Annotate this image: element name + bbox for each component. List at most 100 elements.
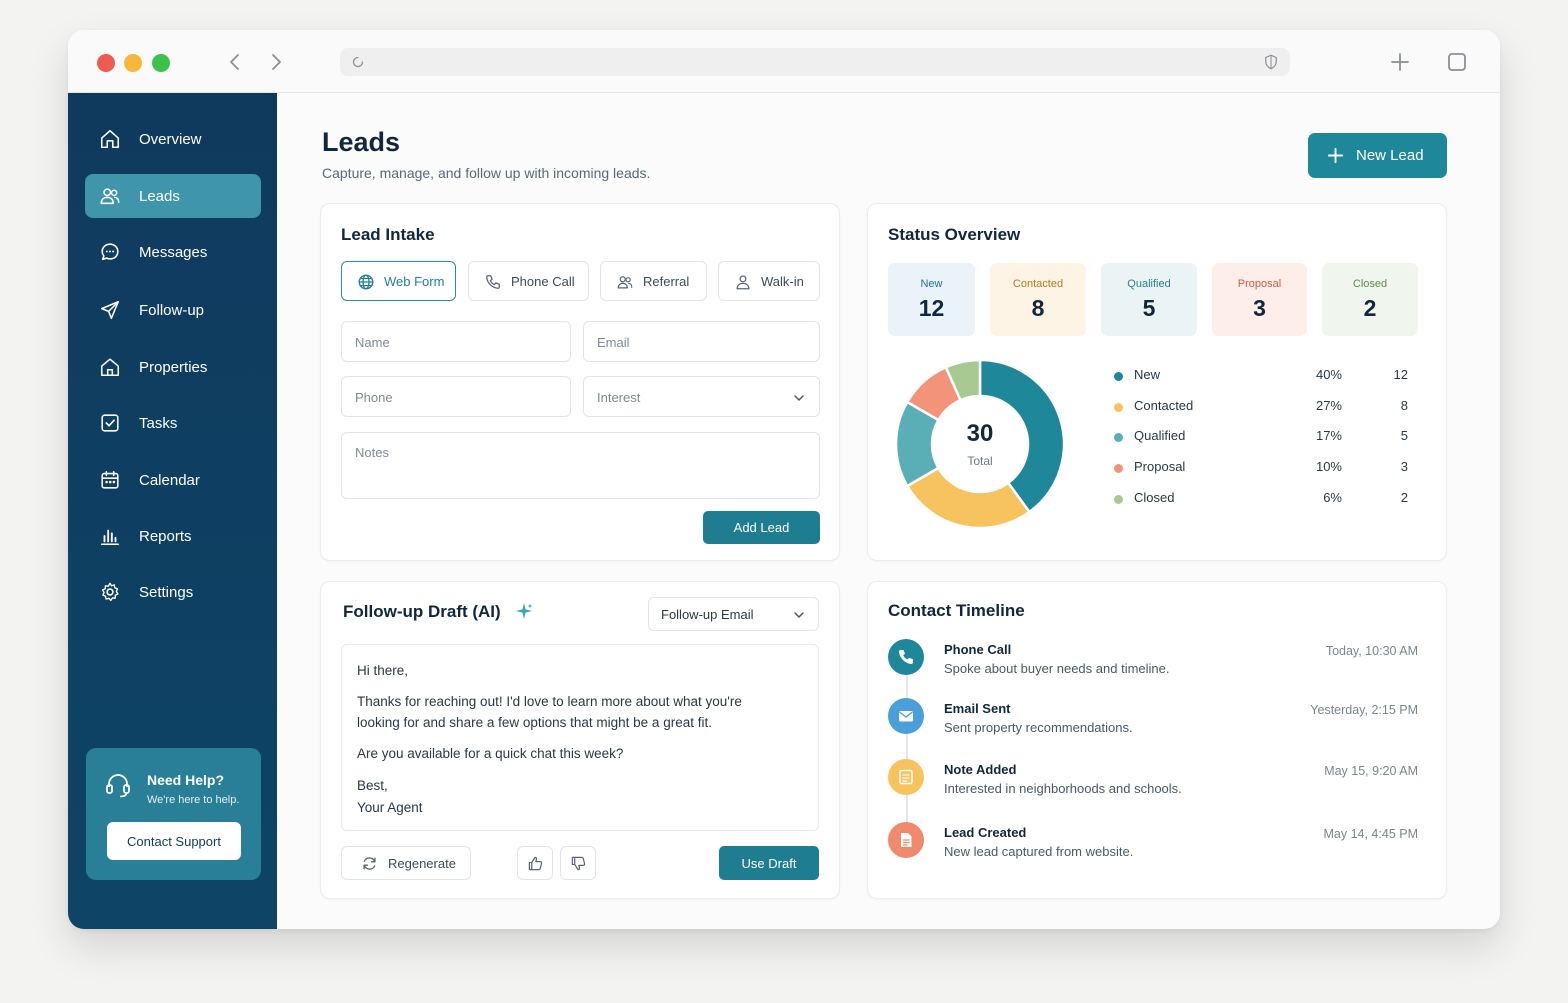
headset-icon xyxy=(106,774,130,798)
browser-window: Overview Leads Messages Follow-up Proper… xyxy=(68,30,1500,929)
minimize-window-button[interactable] xyxy=(124,54,142,72)
name-input[interactable]: Name xyxy=(341,321,571,362)
sidebar-item-leads[interactable]: Leads xyxy=(85,174,261,218)
sidebar-item-properties[interactable]: Properties xyxy=(85,345,261,389)
sidebar-item-label: Leads xyxy=(139,187,180,205)
stat-label: Qualified xyxy=(1127,278,1171,290)
stat-card-proposal: Proposal 3 xyxy=(1212,263,1307,336)
email-input[interactable]: Email xyxy=(583,321,820,362)
checkbox-icon xyxy=(101,414,119,432)
source-phone-call-button[interactable]: Phone Call xyxy=(468,261,589,301)
sidebar-item-settings[interactable]: Settings xyxy=(85,570,261,614)
timeline-item-title: Email Sent xyxy=(944,701,1011,716)
add-lead-button[interactable]: Add Lead xyxy=(703,511,820,544)
legend-label: New xyxy=(1134,367,1161,382)
address-bar[interactable] xyxy=(340,48,1290,76)
thumbs-down-button[interactable] xyxy=(560,846,596,880)
bar-chart-icon xyxy=(100,529,120,546)
back-arrow-icon[interactable] xyxy=(223,50,247,74)
phone-input[interactable]: Phone xyxy=(341,376,571,417)
lead-intake-title: Lead Intake xyxy=(341,225,435,244)
sidebar-item-tasks[interactable]: Tasks xyxy=(85,401,261,445)
forward-arrow-icon[interactable] xyxy=(264,50,288,74)
draft-template-select[interactable]: Follow-up Email xyxy=(648,597,819,631)
timeline-item-time: May 14, 4:45 PM xyxy=(1323,827,1419,841)
help-title: Need Help? xyxy=(147,772,225,788)
draft-line: Thanks for reaching out! I'd love to lea… xyxy=(357,694,742,709)
page-subtitle: Capture, manage, and follow up with inco… xyxy=(322,165,651,181)
timeline-item-phone-call[interactable]: Phone Call Spoke about buyer needs and t… xyxy=(888,639,1428,689)
notes-placeholder: Notes xyxy=(355,445,389,460)
legend-row-contacted: Contacted 27% 8 xyxy=(1114,398,1414,418)
use-draft-button[interactable]: Use Draft xyxy=(719,846,819,880)
maximize-window-button[interactable] xyxy=(152,54,170,72)
legend-count: 3 xyxy=(1400,459,1408,475)
interest-select[interactable]: Interest xyxy=(583,376,820,417)
regenerate-label: Regenerate xyxy=(388,856,456,871)
timeline-item-title: Note Added xyxy=(944,762,1017,777)
shield-icon[interactable] xyxy=(1262,53,1280,71)
new-tab-plus-icon[interactable] xyxy=(1388,50,1412,74)
timeline-item-note-added[interactable]: Note Added Interested in neighborhoods a… xyxy=(888,759,1428,809)
house-icon xyxy=(100,358,120,377)
sidebar-item-label: Settings xyxy=(139,583,194,601)
source-walk-in-button[interactable]: Walk-in xyxy=(718,261,820,301)
source-web-form-button[interactable]: Web Form xyxy=(341,261,456,301)
status-overview-card: Status Overview New 12 Contacted 8 Quali… xyxy=(867,203,1447,561)
legend-label: Proposal xyxy=(1134,459,1186,475)
draft-body-textarea[interactable]: Hi there, Thanks for reaching out! I'd l… xyxy=(341,644,819,831)
sidebar-item-calendar[interactable]: Calendar xyxy=(85,458,261,502)
close-window-button[interactable] xyxy=(97,54,115,72)
stat-card-new: New 12 xyxy=(888,263,975,336)
timeline-mail-badge xyxy=(888,698,924,734)
thumbs-down-icon xyxy=(571,856,586,871)
chat-icon xyxy=(101,243,119,261)
timeline-item-desc: Sent property recommendations. xyxy=(944,720,1133,735)
tab-overview-icon[interactable] xyxy=(1445,50,1469,74)
email-placeholder: Email xyxy=(597,335,630,350)
timeline-item-title: Lead Created xyxy=(944,825,1027,840)
phone-icon xyxy=(899,650,913,664)
legend-dot xyxy=(1114,372,1123,381)
source-label: Web Form xyxy=(384,273,445,289)
thumbs-up-icon xyxy=(528,856,543,871)
legend-row-new: New 40% 12 xyxy=(1114,367,1414,387)
timeline-document-badge xyxy=(888,822,924,858)
sidebar: Overview Leads Messages Follow-up Proper… xyxy=(68,93,277,929)
legend-count: 8 xyxy=(1400,397,1408,413)
sidebar-item-label: Reports xyxy=(139,527,192,545)
timeline-item-title: Phone Call xyxy=(944,642,1012,657)
reload-icon[interactable] xyxy=(349,53,367,71)
sidebar-item-follow-up[interactable]: Follow-up xyxy=(85,288,261,332)
page-title: Leads xyxy=(322,127,401,157)
refresh-icon xyxy=(363,857,376,870)
status-overview-title: Status Overview xyxy=(888,225,1021,244)
timeline-item-desc: New lead captured from website. xyxy=(944,844,1134,859)
legend-percent: 10% xyxy=(1315,459,1342,475)
stat-card-closed: Closed 2 xyxy=(1322,263,1418,336)
timeline-item-desc: Spoke about buyer needs and timeline. xyxy=(944,661,1170,676)
legend-dot xyxy=(1114,464,1123,474)
lead-intake-card: Lead Intake Web Form Phone Call Referral… xyxy=(320,203,840,561)
sidebar-item-messages[interactable]: Messages xyxy=(85,230,261,274)
legend-count: 2 xyxy=(1400,489,1408,505)
timeline-item-lead-created[interactable]: Lead Created New lead captured from webs… xyxy=(888,822,1428,872)
home-icon xyxy=(100,129,120,149)
users-icon xyxy=(100,188,120,205)
donut-slice-contacted xyxy=(905,466,1032,530)
source-referral-button[interactable]: Referral xyxy=(600,261,707,301)
title-bar xyxy=(68,30,1500,93)
stat-label: Contacted xyxy=(1012,278,1064,290)
regenerate-button[interactable]: Regenerate xyxy=(341,846,471,880)
timeline-item-email-sent[interactable]: Email Sent Sent property recommendations… xyxy=(888,698,1428,748)
notes-textarea[interactable]: Notes xyxy=(341,432,820,499)
sidebar-item-label: Overview xyxy=(139,130,202,148)
sidebar-item-reports[interactable]: Reports xyxy=(85,514,261,558)
sidebar-item-label: Tasks xyxy=(139,414,178,432)
contact-support-button[interactable]: Contact Support xyxy=(107,822,241,860)
sidebar-item-overview[interactable]: Overview xyxy=(85,117,261,161)
stat-label: New xyxy=(920,278,943,290)
new-lead-button[interactable]: New Lead xyxy=(1308,133,1447,178)
thumbs-up-button[interactable] xyxy=(517,846,553,880)
legend-percent: 27% xyxy=(1315,397,1342,413)
